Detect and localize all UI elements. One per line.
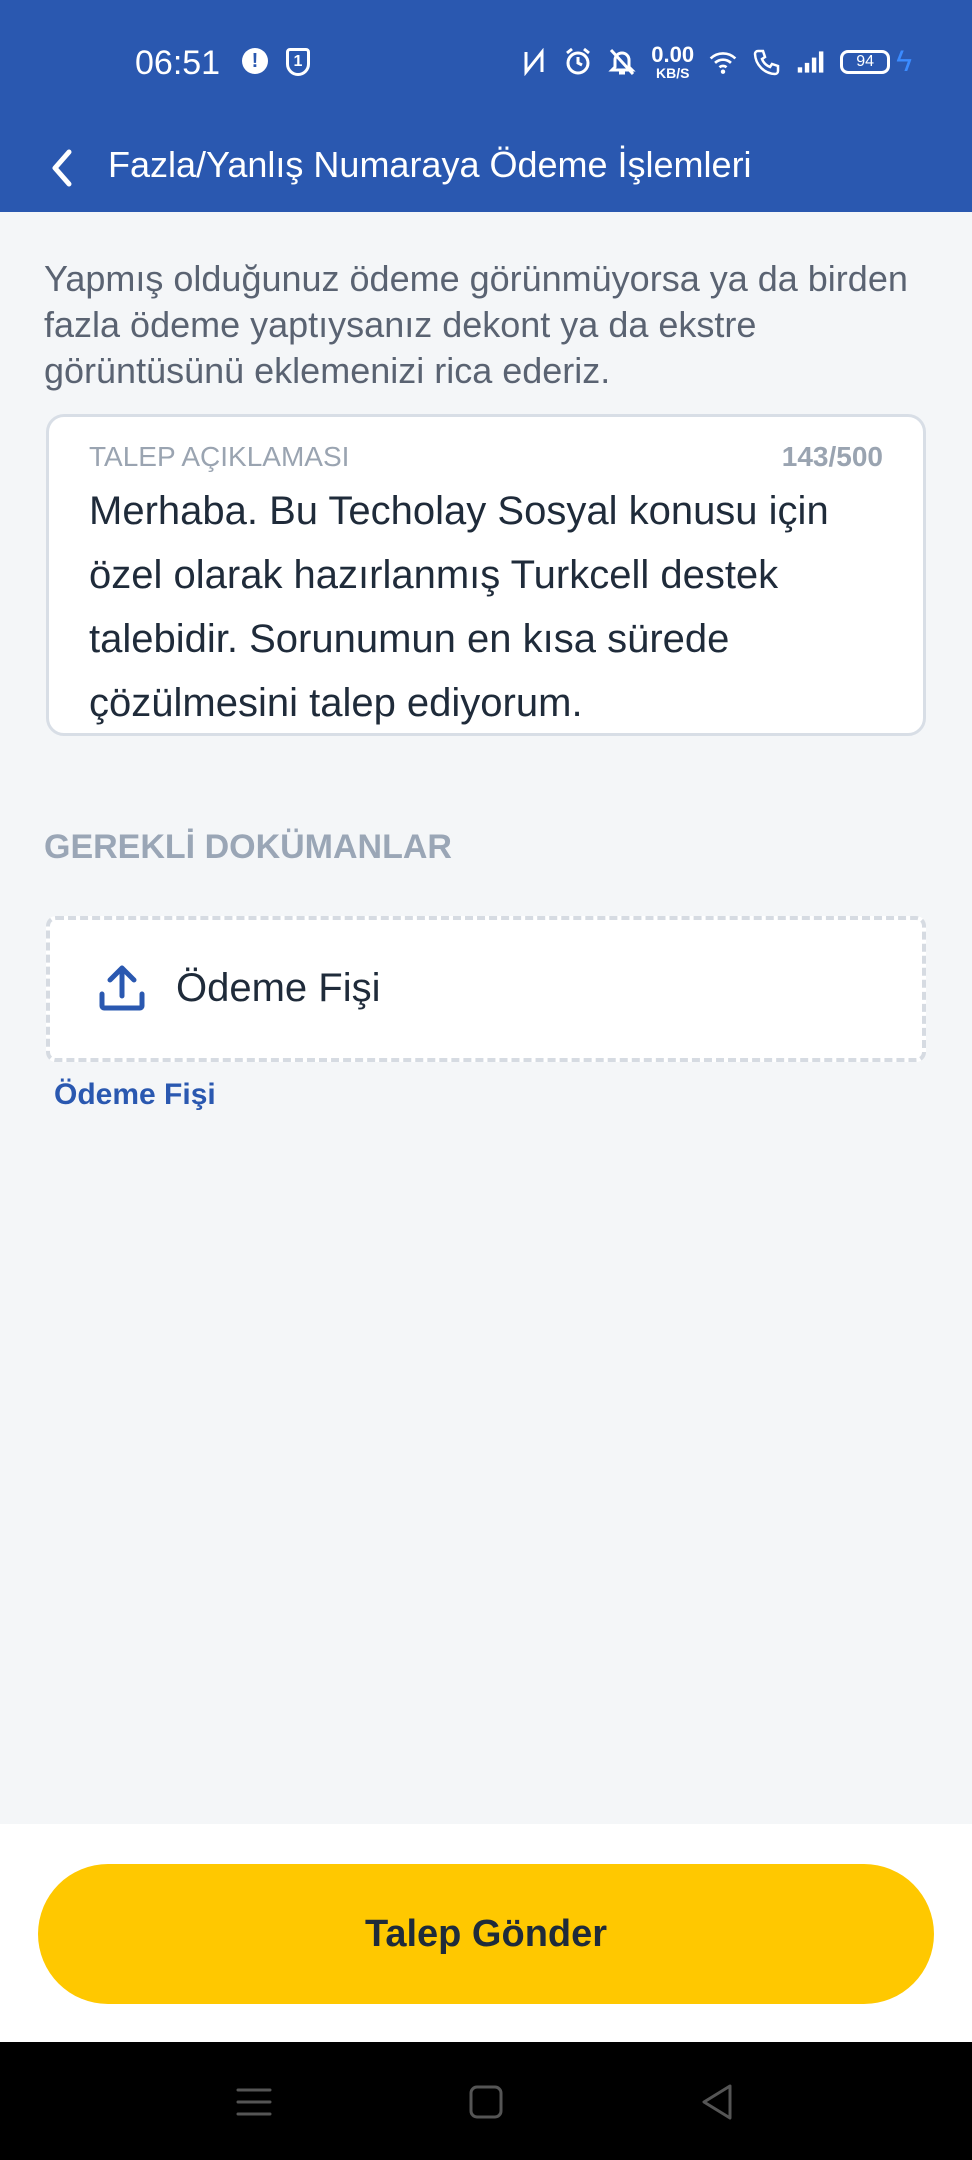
- chevron-left-icon: [52, 149, 72, 187]
- charging-icon: ϟ: [896, 45, 912, 78]
- upload-receipt-button[interactable]: Ödeme Fişi: [46, 916, 926, 1062]
- status-time: 06:51: [135, 44, 221, 82]
- character-counter: 143/500: [781, 441, 883, 472]
- back-button[interactable]: [40, 140, 84, 196]
- status-right-icons: 0.00 KB/S 94 ϟ: [519, 44, 912, 80]
- system-nav-bar: [0, 2042, 972, 2160]
- app-bar: Fazla/Yanlış Numaraya Ödeme İşlemleri: [0, 128, 972, 212]
- status-bar: 06:51 ! 1 0.00 KB/S 94 ϟ: [0, 0, 972, 128]
- battery-icon: 94: [840, 50, 891, 74]
- shield-icon: 1: [286, 48, 310, 76]
- signal-icon: [796, 47, 826, 77]
- upload-icon: [99, 965, 145, 1011]
- wifi-icon: [708, 47, 738, 77]
- bell-off-icon: [607, 47, 637, 77]
- bottom-panel: Talep Gönder: [0, 1824, 972, 2042]
- page-title: Fazla/Yanlış Numaraya Ödeme İşlemleri: [108, 144, 752, 185]
- back-nav-icon[interactable]: [696, 2080, 740, 2124]
- submit-request-button[interactable]: Talep Gönder: [38, 1864, 934, 2004]
- home-icon[interactable]: [464, 2080, 508, 2124]
- alert-icon: !: [242, 48, 268, 74]
- nfc-icon: [519, 47, 549, 77]
- wifi-calling-icon: [752, 47, 782, 77]
- intro-text: Yapmış olduğunuz ödeme görünmüyorsa ya d…: [44, 258, 908, 391]
- alarm-icon: [563, 47, 593, 77]
- net-speed: 0.00 KB/S: [651, 42, 695, 81]
- description-value[interactable]: Merhaba. Bu Techolay Sosyal konusu için …: [89, 479, 889, 735]
- description-textarea[interactable]: TALEP AÇIKLAMASI 143/500 Merhaba. Bu Tec…: [46, 414, 926, 736]
- menu-icon[interactable]: [232, 2080, 276, 2124]
- description-label: TALEP AÇIKLAMASI: [89, 441, 350, 472]
- status-left-icons: ! 1: [242, 48, 310, 76]
- upload-caption: Ödeme Fişi: [54, 1078, 216, 1111]
- upload-label: Ödeme Fişi: [176, 966, 381, 1010]
- required-documents-title: GEREKLİ DOKÜMANLAR: [44, 828, 452, 866]
